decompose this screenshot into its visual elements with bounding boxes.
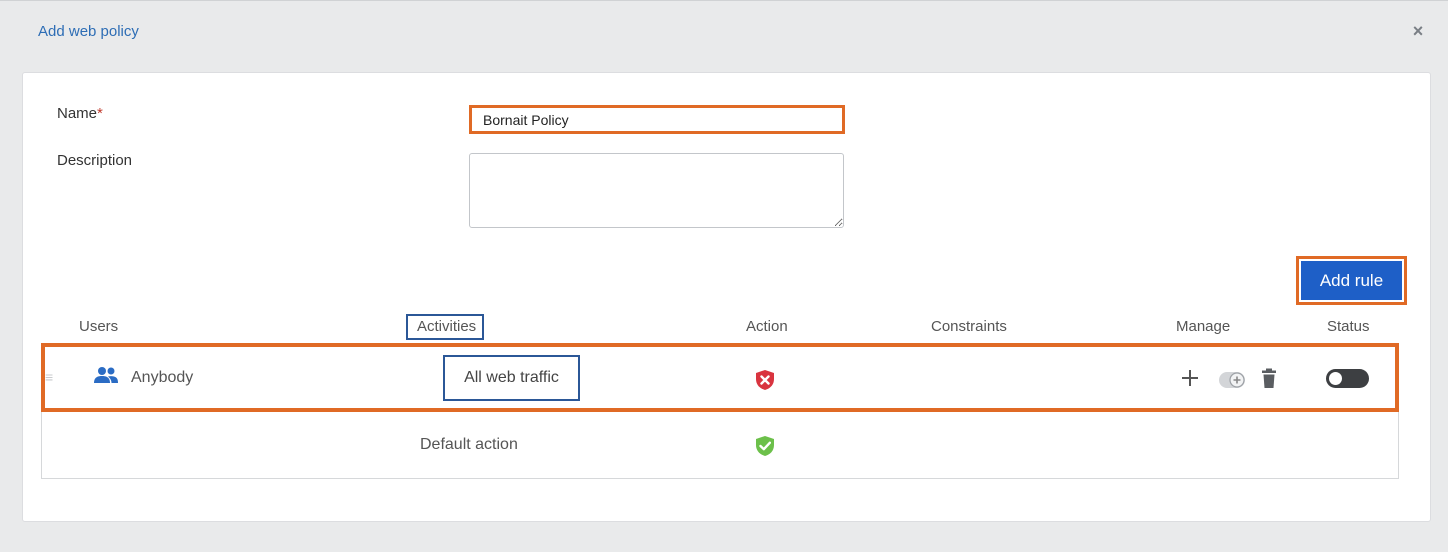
description-label: Description <box>57 152 133 169</box>
name-input[interactable] <box>469 105 845 134</box>
rule-activity[interactable]: All web traffic <box>443 355 580 401</box>
add-rule-button[interactable]: Add rule <box>1301 261 1402 300</box>
add-rule-highlight: Add rule <box>1296 256 1407 305</box>
rule-users: Anybody <box>131 369 194 386</box>
column-header-status: Status <box>1327 318 1370 335</box>
description-textarea[interactable] <box>469 153 844 228</box>
block-shield-icon <box>756 370 774 390</box>
dialog-header: Add web policy × <box>0 0 1448 64</box>
column-header-users: Users <box>79 318 119 335</box>
column-header-manage: Manage <box>1176 318 1231 335</box>
column-header-action: Action <box>746 318 788 335</box>
name-label-text: Name <box>57 105 98 122</box>
status-toggle[interactable] <box>1326 369 1369 388</box>
users-icon <box>94 367 118 383</box>
column-header-activities: Activities <box>417 318 477 335</box>
name-label: Name* <box>57 105 103 122</box>
close-button[interactable]: × <box>1408 21 1428 41</box>
add-constraint-icon[interactable] <box>1218 370 1248 390</box>
allow-shield-icon <box>756 436 774 456</box>
drag-handle-icon[interactable]: ≡ <box>45 370 55 384</box>
column-header-constraints: Constraints <box>931 318 1007 335</box>
delete-icon[interactable] <box>1260 368 1278 389</box>
toggle-knob <box>1329 372 1342 385</box>
required-mark: * <box>97 105 103 122</box>
default-action-label: Default action <box>420 436 518 453</box>
add-icon[interactable] <box>1180 368 1200 388</box>
dialog-title: Add web policy <box>38 23 139 40</box>
